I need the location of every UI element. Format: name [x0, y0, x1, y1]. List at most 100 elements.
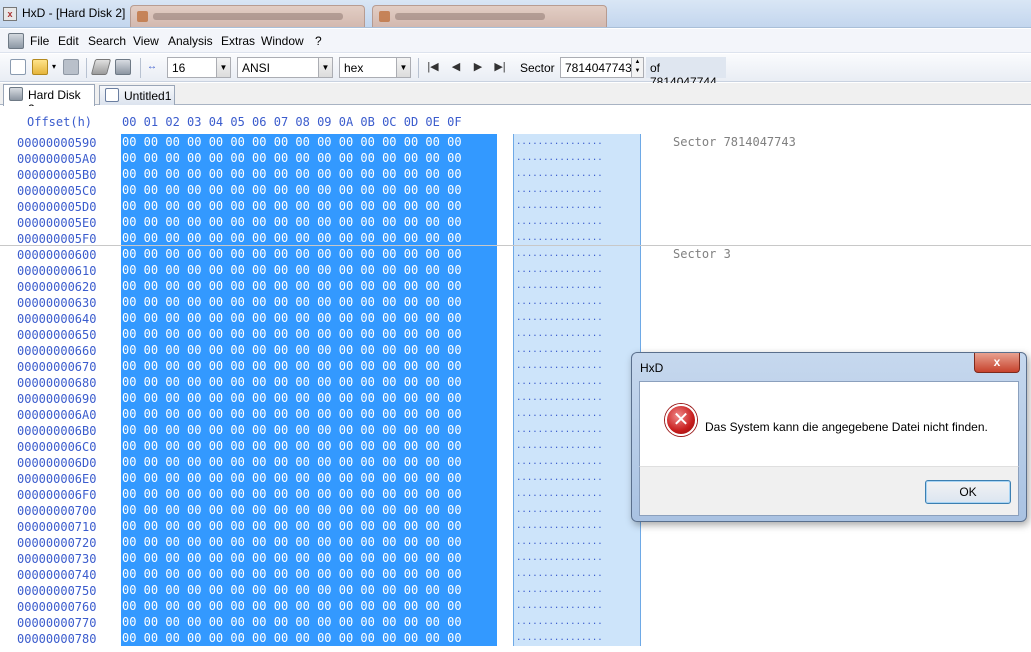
chevron-down-icon[interactable]: ▾ [52, 59, 60, 75]
sector-input[interactable]: 7814047743 ▲ ▼ [560, 57, 644, 78]
hex-row[interactable]: 00 00 00 00 00 00 00 00 00 00 00 00 00 0… [121, 150, 497, 166]
hex-row[interactable]: 00 00 00 00 00 00 00 00 00 00 00 00 00 0… [121, 598, 497, 614]
menu-file[interactable]: File [30, 34, 49, 48]
ascii-data-selection[interactable]: ........................................… [513, 134, 641, 646]
hex-row[interactable]: 00 00 00 00 00 00 00 00 00 00 00 00 00 0… [121, 230, 497, 246]
ascii-row[interactable]: ................ [514, 406, 640, 422]
save-icon[interactable] [63, 59, 79, 75]
previous-sector-icon[interactable]: ◀ [448, 60, 464, 74]
ascii-row[interactable]: ................ [514, 470, 640, 486]
ascii-row[interactable]: ................ [514, 422, 640, 438]
hex-row[interactable]: 00 00 00 00 00 00 00 00 00 00 00 00 00 0… [121, 166, 497, 182]
hex-row[interactable]: 00 00 00 00 00 00 00 00 00 00 00 00 00 0… [121, 214, 497, 230]
system-menu-icon[interactable] [8, 33, 24, 49]
hex-row[interactable]: 00 00 00 00 00 00 00 00 00 00 00 00 00 0… [121, 390, 497, 406]
hex-row[interactable]: 00 00 00 00 00 00 00 00 00 00 00 00 00 0… [121, 630, 497, 646]
menu-search[interactable]: Search [88, 34, 126, 48]
hex-row[interactable]: 00 00 00 00 00 00 00 00 00 00 00 00 00 0… [121, 182, 497, 198]
hex-row[interactable]: 00 00 00 00 00 00 00 00 00 00 00 00 00 0… [121, 534, 497, 550]
hex-row[interactable]: 00 00 00 00 00 00 00 00 00 00 00 00 00 0… [121, 518, 497, 534]
menu-help[interactable]: ? [315, 34, 322, 48]
first-sector-icon[interactable]: |◀ [425, 60, 441, 74]
ascii-row[interactable]: ................ [514, 198, 640, 214]
ram-icon[interactable] [115, 59, 131, 75]
menu-extras[interactable]: Extras [221, 34, 255, 48]
last-sector-icon[interactable]: ▶| [492, 60, 508, 74]
chevron-down-icon[interactable]: ▼ [216, 58, 230, 77]
ascii-row[interactable]: ................ [514, 278, 640, 294]
hex-row[interactable]: 00 00 00 00 00 00 00 00 00 00 00 00 00 0… [121, 582, 497, 598]
ascii-row[interactable]: ................ [514, 246, 640, 262]
ascii-row[interactable]: ................ [514, 230, 640, 246]
ascii-row[interactable]: ................ [514, 134, 640, 150]
chevron-down-icon[interactable]: ▼ [318, 58, 332, 77]
ascii-row[interactable]: ................ [514, 262, 640, 278]
hex-row[interactable]: 00 00 00 00 00 00 00 00 00 00 00 00 00 0… [121, 454, 497, 470]
ascii-row[interactable]: ................ [514, 374, 640, 390]
ok-button[interactable]: OK [925, 480, 1011, 504]
ascii-row[interactable]: ................ [514, 182, 640, 198]
ascii-row[interactable]: ................ [514, 294, 640, 310]
ascii-row[interactable]: ................ [514, 534, 640, 550]
menu-view[interactable]: View [133, 34, 159, 48]
hex-row[interactable]: 00 00 00 00 00 00 00 00 00 00 00 00 00 0… [121, 374, 497, 390]
ascii-row[interactable]: ................ [514, 150, 640, 166]
hex-row[interactable]: 00 00 00 00 00 00 00 00 00 00 00 00 00 0… [121, 134, 497, 150]
ascii-row[interactable]: ................ [514, 582, 640, 598]
hex-row[interactable]: 00 00 00 00 00 00 00 00 00 00 00 00 00 0… [121, 246, 497, 262]
ascii-row[interactable]: ................ [514, 454, 640, 470]
charset-select[interactable]: ANSI ▼ [237, 57, 333, 78]
hex-row[interactable]: 00 00 00 00 00 00 00 00 00 00 00 00 00 0… [121, 550, 497, 566]
ascii-row[interactable]: ................ [514, 390, 640, 406]
ascii-row[interactable]: ................ [514, 550, 640, 566]
hex-row[interactable]: 00 00 00 00 00 00 00 00 00 00 00 00 00 0… [121, 470, 497, 486]
ascii-row[interactable]: ................ [514, 310, 640, 326]
hex-row[interactable]: 00 00 00 00 00 00 00 00 00 00 00 00 00 0… [121, 326, 497, 342]
hex-row[interactable]: 00 00 00 00 00 00 00 00 00 00 00 00 00 0… [121, 614, 497, 630]
hex-row[interactable]: 00 00 00 00 00 00 00 00 00 00 00 00 00 0… [121, 342, 497, 358]
background-window-tab[interactable] [372, 5, 607, 27]
hex-row[interactable]: 00 00 00 00 00 00 00 00 00 00 00 00 00 0… [121, 278, 497, 294]
tab-untitled1[interactable]: Untitled1 [99, 85, 175, 105]
dialog-close-button[interactable]: x [974, 353, 1020, 373]
ascii-row[interactable]: ................ [514, 598, 640, 614]
hex-row[interactable]: 00 00 00 00 00 00 00 00 00 00 00 00 00 0… [121, 310, 497, 326]
menu-analysis[interactable]: Analysis [168, 34, 213, 48]
hex-row[interactable]: 00 00 00 00 00 00 00 00 00 00 00 00 00 0… [121, 406, 497, 422]
hex-row[interactable]: 00 00 00 00 00 00 00 00 00 00 00 00 00 0… [121, 502, 497, 518]
chevron-down-icon[interactable]: ▼ [396, 58, 410, 77]
offset-base-select[interactable]: hex ▼ [339, 57, 411, 78]
tab-hard-disk-2[interactable]: Hard Disk 2 [3, 84, 95, 116]
hex-row[interactable]: 00 00 00 00 00 00 00 00 00 00 00 00 00 0… [121, 198, 497, 214]
bytes-per-row-select[interactable]: 16 ▼ [167, 57, 231, 78]
background-window-tab[interactable] [130, 5, 365, 27]
sector-spinner[interactable]: ▲ ▼ [631, 58, 643, 77]
offset-row: 00000000650 [17, 328, 97, 342]
ascii-row[interactable]: ................ [514, 358, 640, 374]
ascii-row[interactable]: ................ [514, 438, 640, 454]
open-file-icon[interactable] [32, 59, 48, 75]
new-file-icon[interactable] [10, 59, 26, 75]
ascii-row[interactable]: ................ [514, 614, 640, 630]
hex-row[interactable]: 00 00 00 00 00 00 00 00 00 00 00 00 00 0… [121, 262, 497, 278]
ascii-row[interactable]: ................ [514, 166, 640, 182]
hex-row[interactable]: 00 00 00 00 00 00 00 00 00 00 00 00 00 0… [121, 358, 497, 374]
hex-data-selection[interactable]: 00 00 00 00 00 00 00 00 00 00 00 00 00 0… [121, 134, 497, 646]
ascii-row[interactable]: ................ [514, 630, 640, 646]
ascii-row[interactable]: ................ [514, 486, 640, 502]
hex-row[interactable]: 00 00 00 00 00 00 00 00 00 00 00 00 00 0… [121, 486, 497, 502]
hex-row[interactable]: 00 00 00 00 00 00 00 00 00 00 00 00 00 0… [121, 438, 497, 454]
menu-window[interactable]: Window [261, 34, 304, 48]
ascii-row[interactable]: ................ [514, 502, 640, 518]
ascii-row[interactable]: ................ [514, 566, 640, 582]
menu-edit[interactable]: Edit [58, 34, 79, 48]
hex-row[interactable]: 00 00 00 00 00 00 00 00 00 00 00 00 00 0… [121, 566, 497, 582]
ascii-row[interactable]: ................ [514, 342, 640, 358]
ascii-row[interactable]: ................ [514, 326, 640, 342]
hex-row[interactable]: 00 00 00 00 00 00 00 00 00 00 00 00 00 0… [121, 294, 497, 310]
ascii-row[interactable]: ................ [514, 518, 640, 534]
next-sector-icon[interactable]: ▶ [470, 60, 486, 74]
ascii-row[interactable]: ................ [514, 214, 640, 230]
disk-icon[interactable] [90, 59, 112, 75]
hex-row[interactable]: 00 00 00 00 00 00 00 00 00 00 00 00 00 0… [121, 422, 497, 438]
